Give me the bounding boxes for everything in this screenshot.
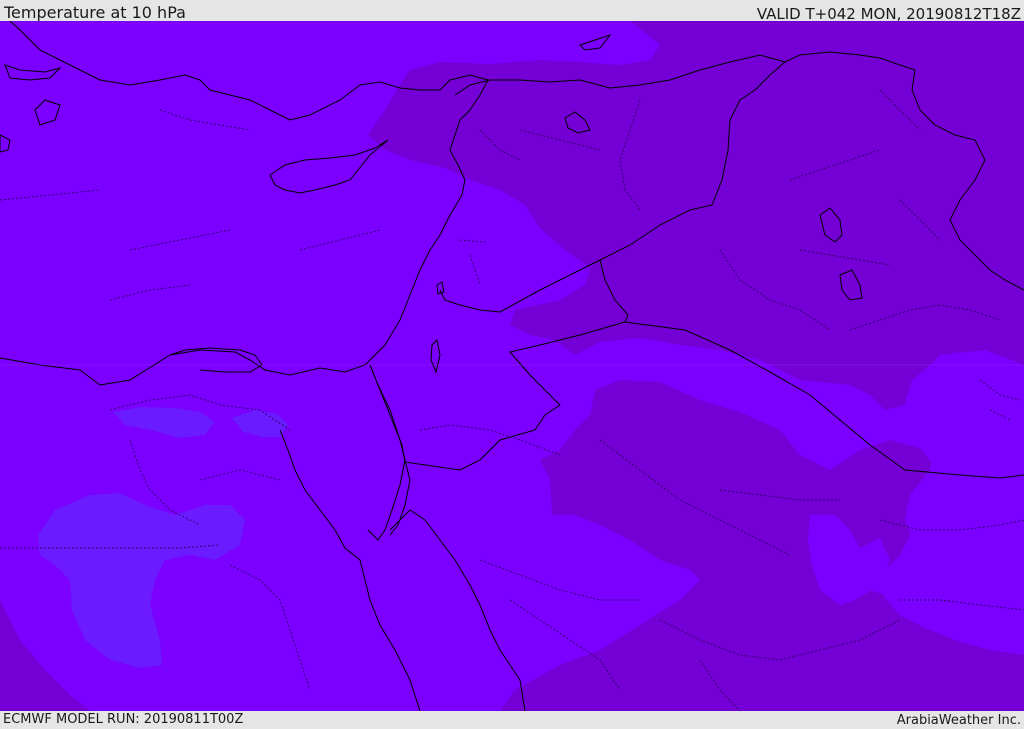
map-canvas [0,21,1024,711]
map-title: Temperature at 10 hPa [4,3,186,22]
temperature-map[interactable] [0,21,1024,711]
model-run-label: ECMWF MODEL RUN: 20190811T00Z [3,712,244,727]
map-footer: ECMWF MODEL RUN: 20190811T00Z ArabiaWeat… [0,711,1024,729]
brand-label: ArabiaWeather Inc. [896,713,1021,728]
map-header: Temperature at 10 hPa VALID T+042 MON, 2… [0,0,1024,23]
